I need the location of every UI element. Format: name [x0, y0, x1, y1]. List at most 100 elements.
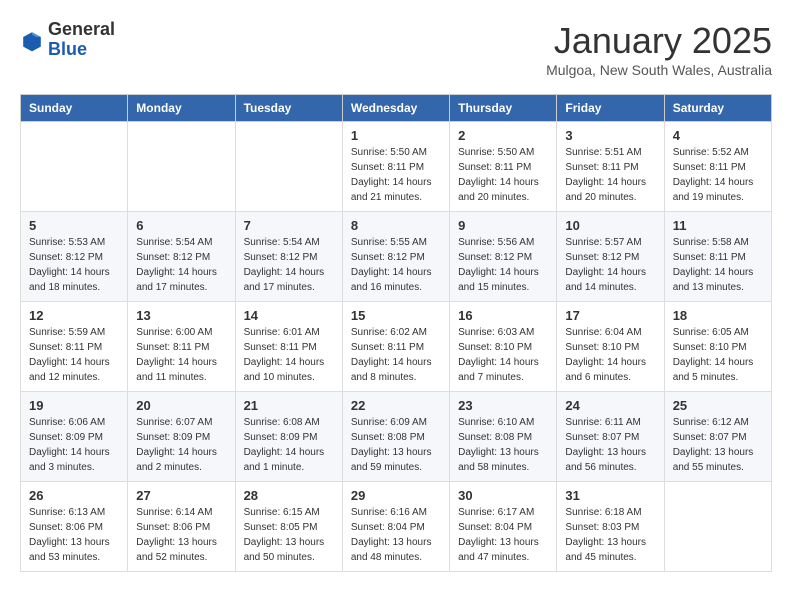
calendar-cell: 30 Sunrise: 6:17 AMSunset: 8:04 PMDayligh… [450, 482, 557, 572]
day-number: 30 [458, 488, 548, 503]
day-info: Sunrise: 6:01 AMSunset: 8:11 PMDaylight:… [244, 325, 334, 385]
day-number: 21 [244, 398, 334, 413]
calendar-cell: 12 Sunrise: 5:59 AMSunset: 8:11 PMDayligh… [21, 302, 128, 392]
day-info: Sunrise: 5:53 AMSunset: 8:12 PMDaylight:… [29, 235, 119, 295]
calendar-table: SundayMondayTuesdayWednesdayThursdayFrid… [20, 94, 772, 572]
day-number: 4 [673, 128, 763, 143]
page-header: General Blue January 2025 Mulgoa, New So… [20, 20, 772, 78]
day-info: Sunrise: 5:55 AMSunset: 8:12 PMDaylight:… [351, 235, 441, 295]
day-info: Sunrise: 5:50 AMSunset: 8:11 PMDaylight:… [458, 145, 548, 205]
calendar-cell: 29 Sunrise: 6:16 AMSunset: 8:04 PMDayligh… [342, 482, 449, 572]
day-info: Sunrise: 6:08 AMSunset: 8:09 PMDaylight:… [244, 415, 334, 475]
calendar-cell: 15 Sunrise: 6:02 AMSunset: 8:11 PMDayligh… [342, 302, 449, 392]
day-number: 2 [458, 128, 548, 143]
day-info: Sunrise: 6:05 AMSunset: 8:10 PMDaylight:… [673, 325, 763, 385]
title-block: January 2025 Mulgoa, New South Wales, Au… [546, 20, 772, 78]
day-number: 13 [136, 308, 226, 323]
weekday-header: Tuesday [235, 95, 342, 122]
weekday-header: Monday [128, 95, 235, 122]
calendar-cell: 9Sunrise: 5:56 AMSunset: 8:12 PMDaylight… [450, 212, 557, 302]
day-info: Sunrise: 5:51 AMSunset: 8:11 PMDaylight:… [565, 145, 655, 205]
calendar-week-row: 5Sunrise: 5:53 AMSunset: 8:12 PMDaylight… [21, 212, 772, 302]
logo-text: General Blue [48, 20, 115, 60]
day-info: Sunrise: 6:10 AMSunset: 8:08 PMDaylight:… [458, 415, 548, 475]
calendar-cell: 7 Sunrise: 5:54 AMSunset: 8:12 PMDaylight… [235, 212, 342, 302]
day-info: Sunrise: 6:14 AMSunset: 8:06 PMDaylight:… [136, 505, 226, 565]
logo-general: General [48, 20, 115, 40]
day-number: 15 [351, 308, 441, 323]
calendar-cell [128, 122, 235, 212]
day-info: Sunrise: 6:17 AMSunset: 8:04 PMDaylight:… [458, 505, 548, 565]
day-info: Sunrise: 5:54 AMSunset: 8:12 PMDaylight:… [244, 235, 334, 295]
weekday-header: Sunday [21, 95, 128, 122]
calendar-cell: 21 Sunrise: 6:08 AMSunset: 8:09 PMDayligh… [235, 392, 342, 482]
weekday-header: Saturday [664, 95, 771, 122]
month-title: January 2025 [546, 20, 772, 62]
weekday-header: Thursday [450, 95, 557, 122]
day-info: Sunrise: 5:57 AMSunset: 8:12 PMDaylight:… [565, 235, 655, 295]
day-info: Sunrise: 6:12 AMSunset: 8:07 PMDaylight:… [673, 415, 763, 475]
day-info: Sunrise: 5:59 AMSunset: 8:11 PMDaylight:… [29, 325, 119, 385]
day-info: Sunrise: 6:02 AMSunset: 8:11 PMDaylight:… [351, 325, 441, 385]
day-info: Sunrise: 6:06 AMSunset: 8:09 PMDaylight:… [29, 415, 119, 475]
calendar-cell [21, 122, 128, 212]
weekday-header: Wednesday [342, 95, 449, 122]
calendar-cell: 13 Sunrise: 6:00 AMSunset: 8:11 PMDayligh… [128, 302, 235, 392]
day-number: 19 [29, 398, 119, 413]
calendar-cell: 26 Sunrise: 6:13 AMSunset: 8:06 PMDayligh… [21, 482, 128, 572]
calendar-cell: 19 Sunrise: 6:06 AMSunset: 8:09 PMDayligh… [21, 392, 128, 482]
calendar-cell: 1 Sunrise: 5:50 AMSunset: 8:11 PMDaylight… [342, 122, 449, 212]
day-number: 7 [244, 218, 334, 233]
day-info: Sunrise: 6:15 AMSunset: 8:05 PMDaylight:… [244, 505, 334, 565]
day-number: 9 [458, 218, 548, 233]
day-number: 28 [244, 488, 334, 503]
calendar-week-row: 1 Sunrise: 5:50 AMSunset: 8:11 PMDaylight… [21, 122, 772, 212]
logo-blue: Blue [48, 40, 115, 60]
day-number: 23 [458, 398, 548, 413]
day-info: Sunrise: 6:11 AMSunset: 8:07 PMDaylight:… [565, 415, 655, 475]
logo: General Blue [20, 20, 115, 60]
day-number: 29 [351, 488, 441, 503]
calendar-cell: 17Sunrise: 6:04 AMSunset: 8:10 PMDayligh… [557, 302, 664, 392]
day-info: Sunrise: 5:50 AMSunset: 8:11 PMDaylight:… [351, 145, 441, 205]
day-number: 17 [565, 308, 655, 323]
day-info: Sunrise: 5:52 AMSunset: 8:11 PMDaylight:… [673, 145, 763, 205]
day-info: Sunrise: 6:13 AMSunset: 8:06 PMDaylight:… [29, 505, 119, 565]
day-number: 10 [565, 218, 655, 233]
day-number: 11 [673, 218, 763, 233]
day-number: 1 [351, 128, 441, 143]
weekday-header-row: SundayMondayTuesdayWednesdayThursdayFrid… [21, 95, 772, 122]
calendar-cell: 20 Sunrise: 6:07 AMSunset: 8:09 PMDayligh… [128, 392, 235, 482]
day-info: Sunrise: 5:54 AMSunset: 8:12 PMDaylight:… [136, 235, 226, 295]
calendar-cell: 16Sunrise: 6:03 AMSunset: 8:10 PMDayligh… [450, 302, 557, 392]
calendar-week-row: 26 Sunrise: 6:13 AMSunset: 8:06 PMDayligh… [21, 482, 772, 572]
day-info: Sunrise: 6:00 AMSunset: 8:11 PMDaylight:… [136, 325, 226, 385]
calendar-week-row: 19 Sunrise: 6:06 AMSunset: 8:09 PMDayligh… [21, 392, 772, 482]
calendar-cell: 4 Sunrise: 5:52 AMSunset: 8:11 PMDaylight… [664, 122, 771, 212]
calendar-cell: 6 Sunrise: 5:54 AMSunset: 8:12 PMDaylight… [128, 212, 235, 302]
location: Mulgoa, New South Wales, Australia [546, 62, 772, 78]
day-number: 6 [136, 218, 226, 233]
day-info: Sunrise: 6:18 AMSunset: 8:03 PMDaylight:… [565, 505, 655, 565]
day-number: 22 [351, 398, 441, 413]
calendar-week-row: 12 Sunrise: 5:59 AMSunset: 8:11 PMDayligh… [21, 302, 772, 392]
calendar-cell: 18Sunrise: 6:05 AMSunset: 8:10 PMDayligh… [664, 302, 771, 392]
day-number: 3 [565, 128, 655, 143]
generalblue-logo-icon [20, 29, 44, 53]
day-number: 20 [136, 398, 226, 413]
calendar-cell: 3 Sunrise: 5:51 AMSunset: 8:11 PMDaylight… [557, 122, 664, 212]
calendar-cell: 24Sunrise: 6:11 AMSunset: 8:07 PMDayligh… [557, 392, 664, 482]
calendar-cell: 23 Sunrise: 6:10 AMSunset: 8:08 PMDayligh… [450, 392, 557, 482]
calendar-cell [235, 122, 342, 212]
day-info: Sunrise: 6:16 AMSunset: 8:04 PMDaylight:… [351, 505, 441, 565]
weekday-header: Friday [557, 95, 664, 122]
calendar-cell: 2 Sunrise: 5:50 AMSunset: 8:11 PMDaylight… [450, 122, 557, 212]
day-number: 26 [29, 488, 119, 503]
calendar-cell: 27Sunrise: 6:14 AMSunset: 8:06 PMDayligh… [128, 482, 235, 572]
day-info: Sunrise: 6:07 AMSunset: 8:09 PMDaylight:… [136, 415, 226, 475]
day-info: Sunrise: 6:09 AMSunset: 8:08 PMDaylight:… [351, 415, 441, 475]
day-number: 31 [565, 488, 655, 503]
day-info: Sunrise: 6:03 AMSunset: 8:10 PMDaylight:… [458, 325, 548, 385]
day-number: 14 [244, 308, 334, 323]
day-number: 12 [29, 308, 119, 323]
